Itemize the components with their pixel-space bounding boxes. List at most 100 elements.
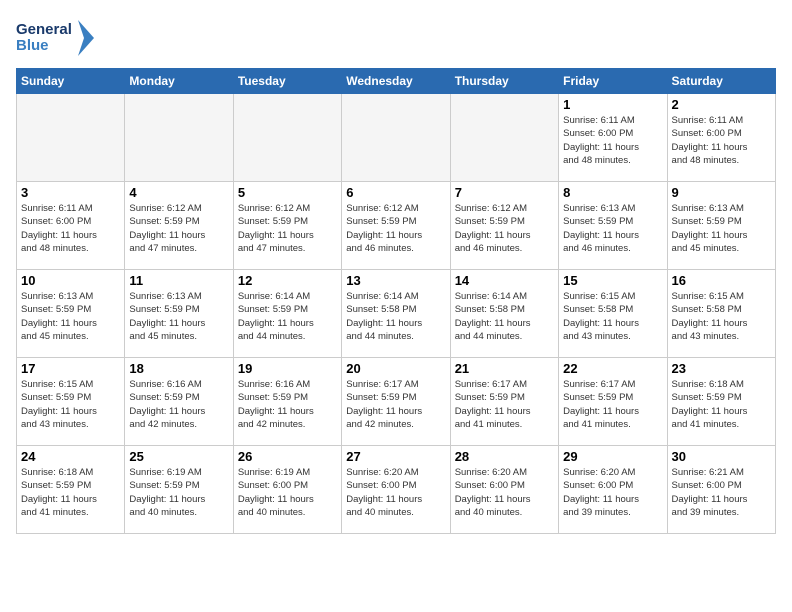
day-info: Sunrise: 6:17 AM Sunset: 5:59 PM Dayligh… [455, 378, 554, 431]
day-number: 16 [672, 273, 771, 288]
day-cell-27: 27Sunrise: 6:20 AM Sunset: 6:00 PM Dayli… [342, 446, 450, 534]
day-number: 20 [346, 361, 445, 376]
day-cell-14: 14 Sunrise: 6:14 AM Sunset: 5:58 PM Dayli… [450, 270, 558, 358]
day-cell-5: 5 Sunrise: 6:12 AM Sunset: 5:59 PM Daylig… [233, 182, 341, 270]
day-number: 6 [346, 185, 445, 200]
day-number: 7 [455, 185, 554, 200]
logo-svg: GeneralBlue [16, 16, 96, 60]
day-cell-2: 2 Sunrise: 6:11 AM Sunset: 6:00 PM Daylig… [667, 94, 775, 182]
day-number: 5 [238, 185, 337, 200]
day-info: Sunrise: 6:13 AM Sunset: 5:59 PM Dayligh… [672, 202, 771, 255]
day-info: Sunrise: 6:13 AM Sunset: 5:59 PM Dayligh… [21, 290, 120, 343]
day-cell-26: 26Sunrise: 6:19 AM Sunset: 6:00 PM Dayli… [233, 446, 341, 534]
day-number: 8 [563, 185, 662, 200]
day-info: Sunrise: 6:18 AM Sunset: 5:59 PM Dayligh… [672, 378, 771, 431]
day-info: Sunrise: 6:20 AM Sunset: 6:00 PM Dayligh… [455, 466, 554, 519]
week-row-4: 17Sunrise: 6:15 AM Sunset: 5:59 PM Dayli… [17, 358, 776, 446]
day-number: 12 [238, 273, 337, 288]
day-cell-24: 24 Sunrise: 6:18 AM Sunset: 5:59 PM Dayli… [17, 446, 125, 534]
weekday-header-monday: Monday [125, 69, 233, 94]
day-number: 19 [238, 361, 337, 376]
day-info: Sunrise: 6:16 AM Sunset: 5:59 PM Dayligh… [238, 378, 337, 431]
day-number: 23 [672, 361, 771, 376]
day-info: Sunrise: 6:11 AM Sunset: 6:00 PM Dayligh… [672, 114, 771, 167]
weekday-header-friday: Friday [559, 69, 667, 94]
day-number: 2 [672, 97, 771, 112]
day-number: 21 [455, 361, 554, 376]
day-number: 26 [238, 449, 337, 464]
day-number: 24 [21, 449, 120, 464]
day-cell-6: 6 Sunrise: 6:12 AM Sunset: 5:59 PM Daylig… [342, 182, 450, 270]
day-cell-30: 30 Sunrise: 6:21 AM Sunset: 6:00 PM Dayli… [667, 446, 775, 534]
day-number: 29 [563, 449, 662, 464]
day-cell-17: 17Sunrise: 6:15 AM Sunset: 5:59 PM Dayli… [17, 358, 125, 446]
empty-cell [125, 94, 233, 182]
day-number: 13 [346, 273, 445, 288]
weekday-header-sunday: Sunday [17, 69, 125, 94]
day-info: Sunrise: 6:18 AM Sunset: 5:59 PM Dayligh… [21, 466, 120, 519]
empty-cell [342, 94, 450, 182]
day-info: Sunrise: 6:15 AM Sunset: 5:59 PM Dayligh… [21, 378, 120, 431]
day-info: Sunrise: 6:17 AM Sunset: 5:59 PM Dayligh… [563, 378, 662, 431]
day-number: 3 [21, 185, 120, 200]
week-row-5: 24 Sunrise: 6:18 AM Sunset: 5:59 PM Dayli… [17, 446, 776, 534]
day-cell-7: 7 Sunrise: 6:12 AM Sunset: 5:59 PM Daylig… [450, 182, 558, 270]
day-number: 14 [455, 273, 554, 288]
day-info: Sunrise: 6:13 AM Sunset: 5:59 PM Dayligh… [129, 290, 228, 343]
day-number: 11 [129, 273, 228, 288]
day-number: 25 [129, 449, 228, 464]
day-info: Sunrise: 6:11 AM Sunset: 6:00 PM Dayligh… [21, 202, 120, 255]
day-number: 10 [21, 273, 120, 288]
day-info: Sunrise: 6:14 AM Sunset: 5:58 PM Dayligh… [455, 290, 554, 343]
day-cell-29: 29 Sunrise: 6:20 AM Sunset: 6:00 PM Dayli… [559, 446, 667, 534]
day-info: Sunrise: 6:13 AM Sunset: 5:59 PM Dayligh… [563, 202, 662, 255]
day-cell-4: 4Sunrise: 6:12 AM Sunset: 5:59 PM Daylig… [125, 182, 233, 270]
day-info: Sunrise: 6:12 AM Sunset: 5:59 PM Dayligh… [238, 202, 337, 255]
day-cell-11: 11 Sunrise: 6:13 AM Sunset: 5:59 PM Dayli… [125, 270, 233, 358]
day-number: 27 [346, 449, 445, 464]
weekday-header-thursday: Thursday [450, 69, 558, 94]
week-row-3: 10 Sunrise: 6:13 AM Sunset: 5:59 PM Dayli… [17, 270, 776, 358]
day-cell-22: 22 Sunrise: 6:17 AM Sunset: 5:59 PM Dayli… [559, 358, 667, 446]
day-info: Sunrise: 6:12 AM Sunset: 5:59 PM Dayligh… [346, 202, 445, 255]
day-info: Sunrise: 6:21 AM Sunset: 6:00 PM Dayligh… [672, 466, 771, 519]
day-number: 4 [129, 185, 228, 200]
day-cell-19: 19 Sunrise: 6:16 AM Sunset: 5:59 PM Dayli… [233, 358, 341, 446]
day-cell-10: 10 Sunrise: 6:13 AM Sunset: 5:59 PM Dayli… [17, 270, 125, 358]
day-info: Sunrise: 6:15 AM Sunset: 5:58 PM Dayligh… [672, 290, 771, 343]
svg-text:Blue: Blue [16, 37, 49, 54]
day-cell-12: 12 Sunrise: 6:14 AM Sunset: 5:59 PM Dayli… [233, 270, 341, 358]
day-cell-9: 9Sunrise: 6:13 AM Sunset: 5:59 PM Daylig… [667, 182, 775, 270]
day-cell-28: 28 Sunrise: 6:20 AM Sunset: 6:00 PM Dayli… [450, 446, 558, 534]
empty-cell [233, 94, 341, 182]
weekday-header-wednesday: Wednesday [342, 69, 450, 94]
day-info: Sunrise: 6:15 AM Sunset: 5:58 PM Dayligh… [563, 290, 662, 343]
day-info: Sunrise: 6:17 AM Sunset: 5:59 PM Dayligh… [346, 378, 445, 431]
weekday-header-saturday: Saturday [667, 69, 775, 94]
day-cell-23: 23 Sunrise: 6:18 AM Sunset: 5:59 PM Dayli… [667, 358, 775, 446]
day-cell-15: 15Sunrise: 6:15 AM Sunset: 5:58 PM Dayli… [559, 270, 667, 358]
day-info: Sunrise: 6:14 AM Sunset: 5:58 PM Dayligh… [346, 290, 445, 343]
day-info: Sunrise: 6:14 AM Sunset: 5:59 PM Dayligh… [238, 290, 337, 343]
day-cell-20: 20 Sunrise: 6:17 AM Sunset: 5:59 PM Dayli… [342, 358, 450, 446]
day-info: Sunrise: 6:11 AM Sunset: 6:00 PM Dayligh… [563, 114, 662, 167]
day-cell-3: 3 Sunrise: 6:11 AM Sunset: 6:00 PM Daylig… [17, 182, 125, 270]
day-info: Sunrise: 6:19 AM Sunset: 5:59 PM Dayligh… [129, 466, 228, 519]
day-number: 1 [563, 97, 662, 112]
day-cell-21: 21 Sunrise: 6:17 AM Sunset: 5:59 PM Dayli… [450, 358, 558, 446]
day-cell-18: 18Sunrise: 6:16 AM Sunset: 5:59 PM Dayli… [125, 358, 233, 446]
week-row-2: 3 Sunrise: 6:11 AM Sunset: 6:00 PM Daylig… [17, 182, 776, 270]
day-number: 28 [455, 449, 554, 464]
day-number: 22 [563, 361, 662, 376]
day-number: 30 [672, 449, 771, 464]
day-info: Sunrise: 6:12 AM Sunset: 5:59 PM Dayligh… [455, 202, 554, 255]
day-info: Sunrise: 6:16 AM Sunset: 5:59 PM Dayligh… [129, 378, 228, 431]
page-header: GeneralBlue [16, 16, 776, 60]
day-info: Sunrise: 6:20 AM Sunset: 6:00 PM Dayligh… [563, 466, 662, 519]
week-row-1: 1 Sunrise: 6:11 AM Sunset: 6:00 PM Daylig… [17, 94, 776, 182]
empty-cell [450, 94, 558, 182]
day-cell-1: 1 Sunrise: 6:11 AM Sunset: 6:00 PM Daylig… [559, 94, 667, 182]
day-cell-25: 25 Sunrise: 6:19 AM Sunset: 5:59 PM Dayli… [125, 446, 233, 534]
weekday-header-row: SundayMondayTuesdayWednesdayThursdayFrid… [17, 69, 776, 94]
svg-text:General: General [16, 21, 72, 38]
